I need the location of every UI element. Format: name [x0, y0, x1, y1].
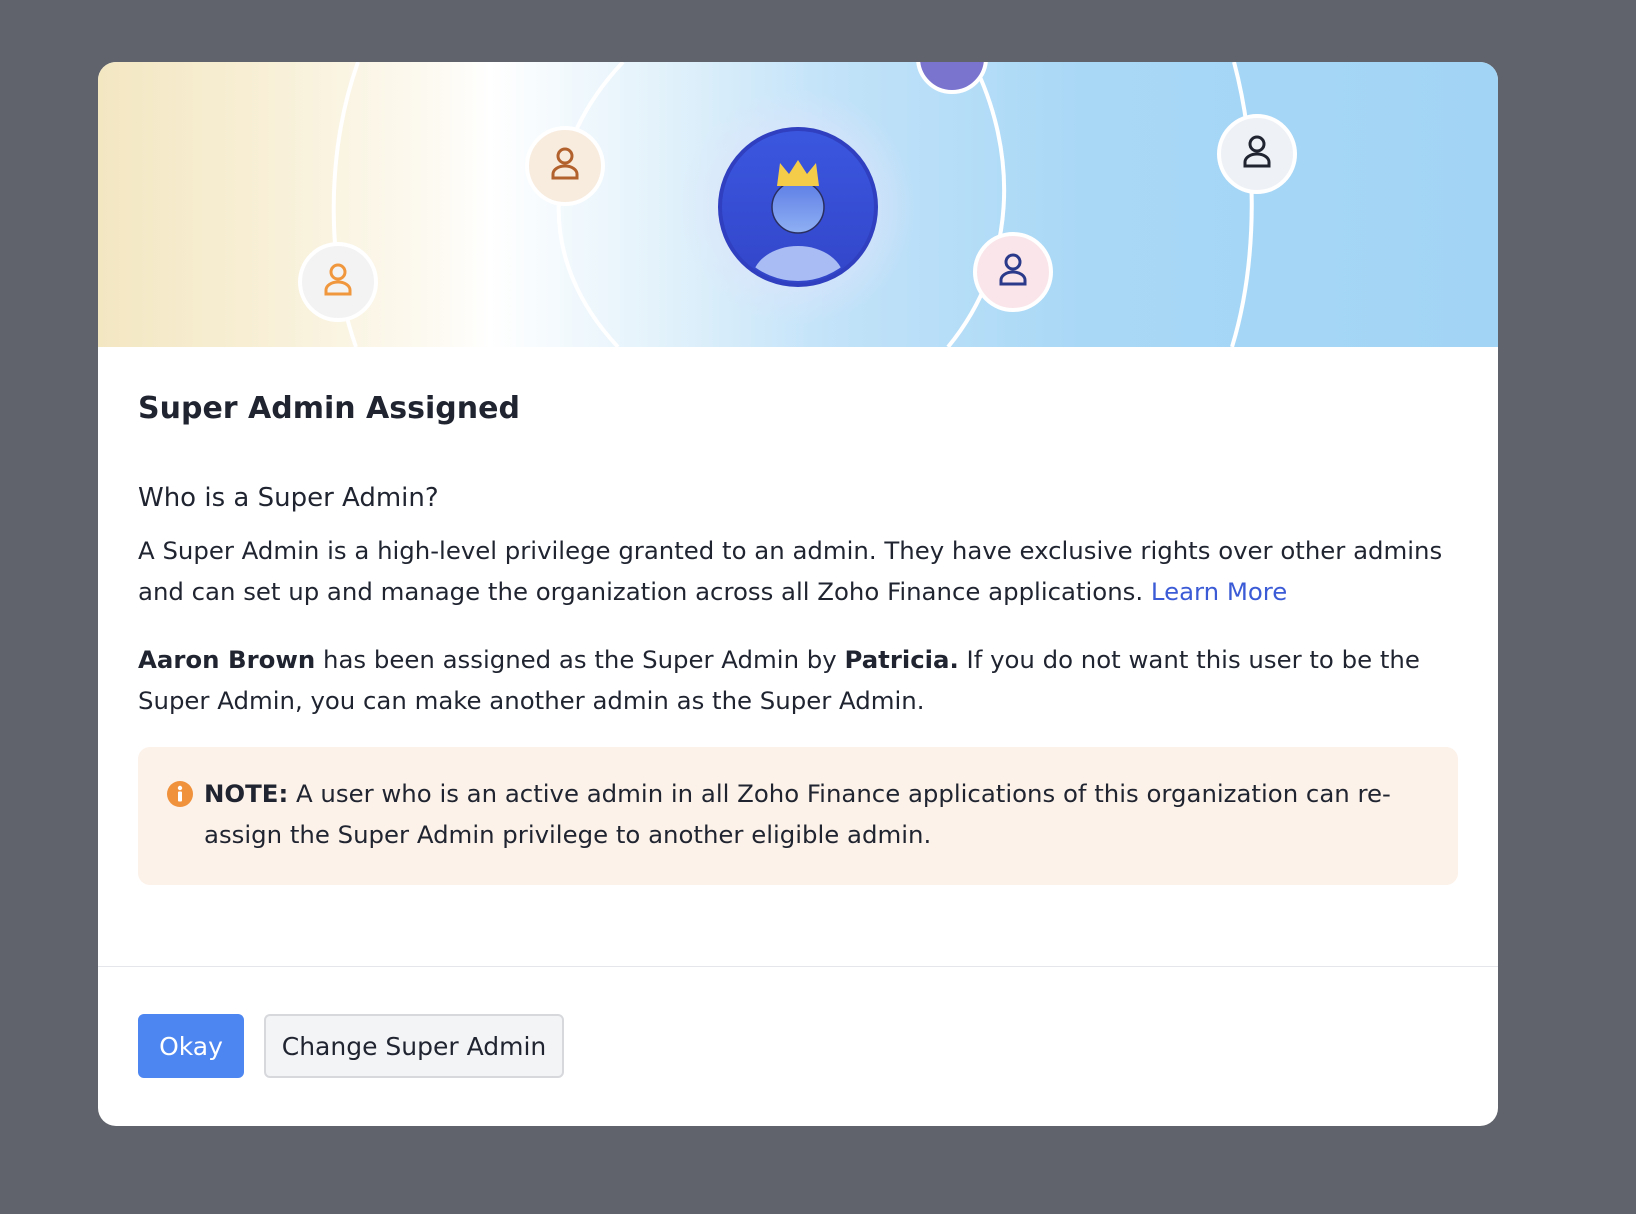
user-node-gray [1217, 114, 1297, 194]
user-node-pink [973, 232, 1053, 312]
note-label: NOTE: [204, 779, 289, 808]
okay-button[interactable]: Okay [138, 1014, 244, 1078]
orbit-line [1230, 62, 1254, 347]
dialog-banner [98, 62, 1498, 347]
info-icon [167, 781, 193, 807]
note-body: A user who is an active admin in all Zoh… [204, 779, 1391, 849]
user-node-brown [525, 126, 605, 206]
note-box: NOTE: A user who is an active admin in a… [138, 747, 1458, 885]
assignment-text: has been assigned as the Super Admin by [323, 645, 837, 674]
super-admin-description: A Super Admin is a high-level privilege … [138, 530, 1458, 612]
section-heading: Who is a Super Admin? [138, 483, 439, 513]
purple-node [916, 62, 988, 94]
change-super-admin-button[interactable]: Change Super Admin [264, 1014, 564, 1078]
assignment-message: Aaron Brown has been assigned as the Sup… [138, 639, 1458, 721]
note-text: NOTE: A user who is an active admin in a… [204, 773, 1404, 855]
assigner-name: Patricia. [844, 645, 959, 674]
dialog-title: Super Admin Assigned [138, 391, 520, 426]
banner-illustration [298, 62, 1297, 347]
super-admin-dialog: Super Admin Assigned Who is a Super Admi… [98, 62, 1498, 1126]
footer-divider [98, 966, 1498, 967]
assigned-user-name: Aaron Brown [138, 645, 316, 674]
user-node-orange [298, 242, 378, 322]
learn-more-link[interactable]: Learn More [1151, 577, 1287, 606]
